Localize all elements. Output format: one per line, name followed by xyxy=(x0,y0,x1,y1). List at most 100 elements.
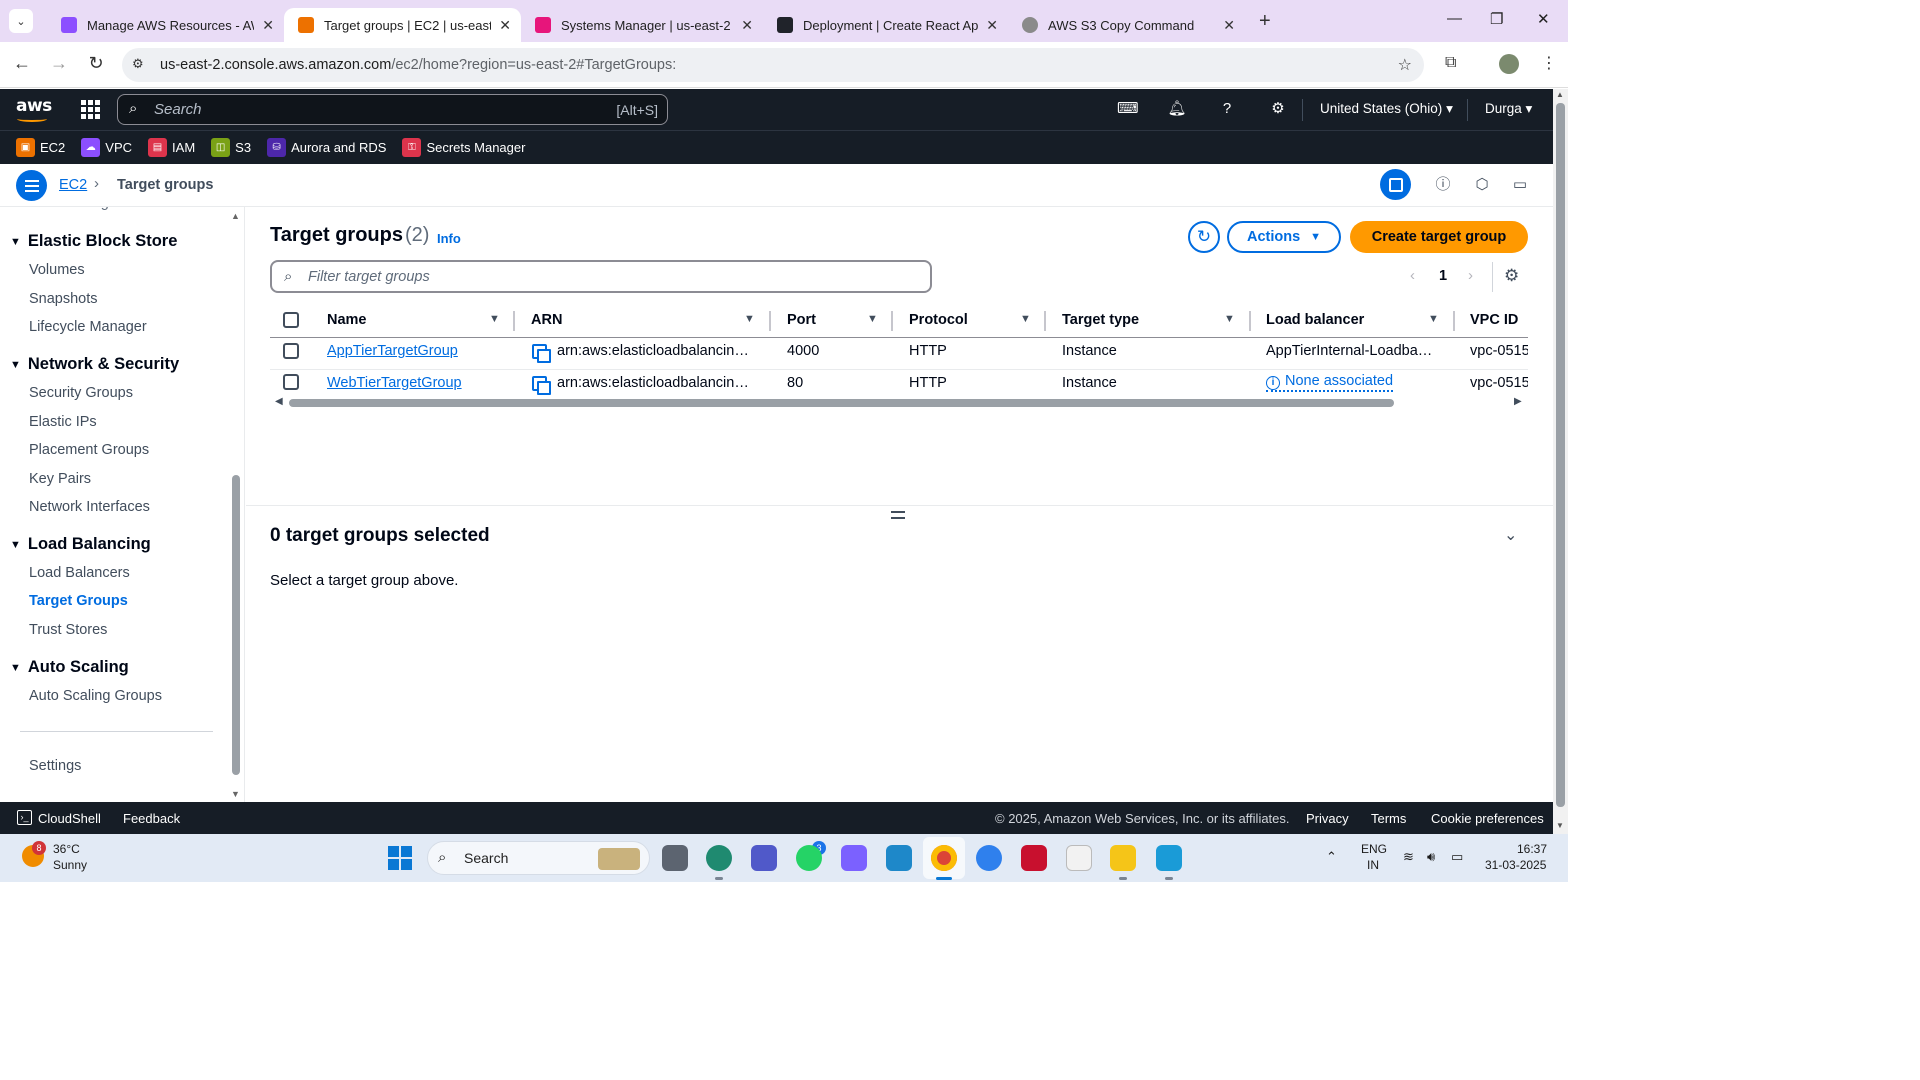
sidebar-section-auto-scaling[interactable]: ▼ Auto Scaling xyxy=(10,658,129,677)
sidebar-item-placement-groups[interactable]: Placement Groups xyxy=(29,442,149,458)
privacy-link[interactable]: Privacy xyxy=(1306,811,1349,826)
table-horizontal-scrollbar[interactable] xyxy=(289,399,1394,407)
sort-icon[interactable]: ▼ xyxy=(1428,313,1439,325)
browser-tab-4[interactable]: Deployment | Create React App ✕ xyxy=(763,8,1008,42)
column-header-protocol[interactable]: Protocol xyxy=(909,312,968,328)
reload-icon[interactable]: ↻ xyxy=(84,53,108,74)
sidebar-item-key-pairs[interactable]: Key Pairs xyxy=(29,471,91,487)
info-link[interactable]: Info xyxy=(437,231,461,246)
favorite-aurora-rds[interactable]: ⛁ Aurora and RDS xyxy=(267,138,386,157)
sidebar-section-network-security[interactable]: ▼ Network & Security xyxy=(10,355,179,374)
task-view-icon[interactable] xyxy=(662,845,688,871)
new-tab-button[interactable]: + xyxy=(1259,10,1271,33)
language-indicator[interactable]: ENG xyxy=(1361,842,1387,856)
close-icon[interactable]: ✕ xyxy=(986,17,998,34)
info-panel-icon[interactable]: ⓘ xyxy=(1432,174,1454,196)
sidebar-item-trust-stores[interactable]: Trust Stores xyxy=(29,622,107,638)
split-panel-toggle-button[interactable] xyxy=(1380,169,1411,200)
site-info-icon[interactable]: ⚙ xyxy=(132,56,144,72)
sort-icon[interactable]: ▼ xyxy=(744,313,755,325)
minimize-icon[interactable]: — xyxy=(1447,10,1462,27)
sidebar-section-ebs[interactable]: ▼ Elastic Block Store xyxy=(10,232,177,251)
previous-page-icon[interactable]: ‹ xyxy=(1410,267,1415,284)
page-number[interactable]: 1 xyxy=(1439,268,1447,284)
start-button[interactable] xyxy=(388,846,412,870)
tab-search-button[interactable]: ⌄ xyxy=(9,9,33,33)
cloudshell-link[interactable]: CloudShell xyxy=(38,811,101,826)
sidebar-item-target-groups[interactable]: Target Groups xyxy=(29,593,128,609)
sidebar-item-elastic-ips[interactable]: Elastic IPs xyxy=(29,414,97,430)
column-header-target-type[interactable]: Target type xyxy=(1062,312,1139,328)
chrome-icon[interactable] xyxy=(931,845,957,871)
favorite-iam[interactable]: ▤ IAM xyxy=(148,138,195,157)
monitor-icon[interactable]: ▭ xyxy=(1509,174,1531,196)
preferences-gear-icon[interactable]: ⚙ xyxy=(1504,266,1519,286)
target-group-name-link[interactable]: WebTierTargetGroup xyxy=(327,375,462,391)
chevron-up-icon[interactable]: ⌃ xyxy=(1326,849,1337,865)
close-icon[interactable]: ✕ xyxy=(499,17,511,34)
region-indicator[interactable]: IN xyxy=(1367,858,1379,872)
sort-icon[interactable]: ▼ xyxy=(1020,313,1031,325)
sort-icon[interactable]: ▼ xyxy=(1224,313,1235,325)
sidebar-scrollbar[interactable] xyxy=(232,475,240,775)
favorite-ec2[interactable]: ▣ EC2 xyxy=(16,138,65,157)
page-scrollbar[interactable]: ▲ ▼ xyxy=(1553,89,1568,834)
aws-logo[interactable]: aws xyxy=(16,96,52,116)
star-icon[interactable]: ☆ xyxy=(1398,55,1412,75)
sidebar-item-snapshots[interactable]: Snapshots xyxy=(29,291,98,307)
close-icon[interactable]: ✕ xyxy=(1223,17,1235,34)
side-nav-toggle-button[interactable] xyxy=(16,170,47,201)
sidebar-section-load-balancing[interactable]: ▼ Load Balancing xyxy=(10,535,151,554)
column-header-load-balancer[interactable]: Load balancer xyxy=(1266,312,1364,328)
load-balancer-none-associated[interactable]: i None associated xyxy=(1266,373,1394,392)
store-icon[interactable] xyxy=(1066,845,1092,871)
sidebar-item-cutoff[interactable]: AMI Catalog xyxy=(29,207,109,211)
copy-icon[interactable] xyxy=(532,376,551,395)
column-header-vpc-id[interactable]: VPC ID xyxy=(1470,312,1518,328)
browser-tab-1[interactable]: Manage AWS Resources - AWS ✕ xyxy=(47,8,284,42)
page-scrollbar-thumb[interactable] xyxy=(1556,103,1565,807)
sort-icon[interactable]: ▼ xyxy=(489,313,500,325)
target-group-name-link[interactable]: AppTierTargetGroup xyxy=(327,343,458,359)
sidebar-item-network-interfaces[interactable]: Network Interfaces xyxy=(29,499,150,515)
sidebar-item-volumes[interactable]: Volumes xyxy=(29,262,85,278)
url-bar[interactable]: ⚙ us-east-2.console.aws.amazon.com/ec2/h… xyxy=(122,48,1424,82)
filter-input[interactable]: ⌕ Filter target groups xyxy=(270,260,932,293)
clock-time[interactable]: 16:37 xyxy=(1517,842,1547,856)
global-search-input[interactable]: ⌕ Search [Alt+S] xyxy=(117,94,668,125)
column-header-port[interactable]: Port xyxy=(787,312,816,328)
browser-tab-2[interactable]: Target groups | EC2 | us-east-2 ✕ xyxy=(284,8,521,42)
volume-icon[interactable]: 🔊︎ xyxy=(1427,849,1435,865)
wifi-icon[interactable]: ≋ xyxy=(1403,849,1414,865)
browser-tab-5[interactable]: AWS S3 Copy Command ✕ xyxy=(1008,8,1245,42)
column-header-arn[interactable]: ARN xyxy=(531,312,562,328)
extensions-icon[interactable]: ⧉ xyxy=(1445,54,1456,72)
region-selector[interactable]: United States (Ohio) ▾ xyxy=(1320,101,1453,117)
scroll-left-icon[interactable]: ◀ xyxy=(275,396,283,407)
sort-icon[interactable]: ▼ xyxy=(867,313,878,325)
mcafee-icon[interactable] xyxy=(1021,845,1047,871)
cookie-preferences-link[interactable]: Cookie preferences xyxy=(1431,811,1544,826)
favorite-vpc[interactable]: ☁ VPC xyxy=(81,138,132,157)
sidebar-item-lifecycle-manager[interactable]: Lifecycle Manager xyxy=(29,319,147,335)
notepad-icon[interactable] xyxy=(1156,845,1182,871)
scroll-up-icon[interactable]: ▲ xyxy=(1556,90,1564,99)
split-panel-resize-handle[interactable] xyxy=(891,511,905,519)
actions-dropdown-button[interactable]: Actions ▼ xyxy=(1227,221,1341,253)
scroll-down-icon[interactable]: ▼ xyxy=(231,789,240,799)
weather-temperature[interactable]: 36°C xyxy=(53,842,80,856)
feedback-link[interactable]: Feedback xyxy=(123,811,180,826)
breadcrumb-ec2-link[interactable]: EC2 xyxy=(59,177,87,193)
bell-icon[interactable]: 🔔︎ xyxy=(1167,99,1187,119)
edge-icon[interactable] xyxy=(706,845,732,871)
gear-icon[interactable]: ⚙ xyxy=(1268,99,1288,119)
copy-icon[interactable] xyxy=(532,344,551,363)
next-page-icon[interactable]: › xyxy=(1468,267,1473,284)
avatar[interactable] xyxy=(1499,54,1519,74)
forward-arrow-icon[interactable]: → xyxy=(47,53,71,74)
refresh-button[interactable]: ↻ xyxy=(1188,221,1220,253)
terms-link[interactable]: Terms xyxy=(1371,811,1406,826)
create-target-group-button[interactable]: Create target group xyxy=(1350,221,1528,253)
scroll-right-icon[interactable]: ▶ xyxy=(1514,396,1522,407)
back-arrow-icon[interactable]: ← xyxy=(10,53,34,74)
